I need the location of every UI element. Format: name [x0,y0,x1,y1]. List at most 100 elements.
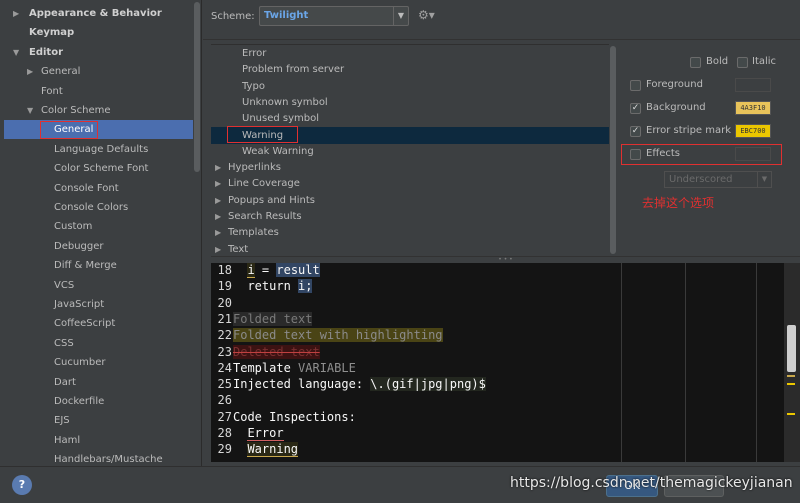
color-element-item[interactable]: Unknown symbol [211,94,609,111]
effects-style-value: Underscored [669,174,733,185]
sidebar-item-label: General [54,124,94,136]
sidebar-item[interactable]: ▼ Color Scheme [0,101,193,120]
code-text: return i; [233,278,313,294]
line-number: 18 [217,263,232,277]
sidebar-item-label: Language Defaults [54,143,149,155]
sidebar-item-label: VCS [54,279,75,291]
sidebar-item[interactable]: Keymap [0,23,193,42]
preview-guide-line [756,263,757,462]
sidebar-item[interactable]: JavaScript [0,295,193,314]
code-token: \.(gif|jpg|png)$ [370,377,486,392]
color-element-item[interactable]: Weak Warning [211,143,609,160]
color-element-label: Warning [242,129,284,141]
warning-stripe-mark[interactable] [787,413,795,415]
color-element-item[interactable]: ▶ Text [211,241,609,256]
sidebar-item[interactable]: ▼ Editor [0,43,193,62]
chevron-right-icon[interactable]: ▶ [215,241,221,256]
sidebar-item[interactable]: ▶ Appearance & Behavior [0,4,193,23]
color-element-item[interactable]: Unused symbol [211,110,609,127]
foreground-checkbox[interactable] [630,80,641,91]
chevron-right-icon[interactable]: ▶ [215,208,221,225]
foreground-swatch[interactable] [735,78,771,92]
effects-style-select[interactable]: Underscored ▼ [664,171,772,188]
sidebar-item[interactable]: Color Scheme Font [0,159,193,178]
sidebar-item[interactable]: Language Defaults [0,140,193,159]
gear-icon[interactable]: ⚙▾ [418,8,435,22]
chevron-down-icon[interactable]: ▼ [393,7,408,25]
background-checkbox[interactable]: ✓ [630,103,641,114]
chevron-right-icon[interactable]: ▶ [215,175,221,192]
element-list-scrollbar[interactable] [609,44,617,256]
chevron-right-icon[interactable]: ▶ [215,192,221,209]
bold-label: Bold [706,56,729,67]
sidebar-item[interactable]: Console Font [0,179,193,198]
italic-checkbox[interactable] [737,57,748,68]
sidebar-scrollbar-thumb[interactable] [194,2,200,172]
sidebar-item-label: Diff & Merge [54,260,117,272]
chevron-right-icon[interactable]: ▶ [27,62,33,81]
color-element-item[interactable]: ▶ Popups and Hints [211,192,609,209]
scheme-select[interactable]: Twilight ▼ [259,6,409,26]
color-element-item[interactable]: ▶ Search Results [211,208,609,225]
chevron-right-icon[interactable]: ▶ [215,159,221,176]
code-token: Code Inspections: [233,409,356,424]
sidebar-item[interactable]: Diff & Merge [0,256,193,275]
sidebar-item[interactable]: EJS [0,411,193,430]
color-element-item[interactable]: Warning [211,126,609,144]
sidebar-item[interactable]: VCS [0,276,193,295]
chevron-down-icon[interactable]: ▼ [757,172,771,187]
code-token: Deleted text [233,344,320,359]
element-list-scrollbar-thumb[interactable] [610,46,616,254]
sidebar-item[interactable]: CSS [0,334,193,353]
line-number: 20 [217,295,232,310]
background-swatch[interactable]: 4A3F10 [735,101,771,115]
preview-scrollbar-thumb[interactable] [787,325,796,372]
preview-scrollbar[interactable] [784,263,800,462]
color-element-label: Search Results [228,211,302,222]
sidebar-item[interactable]: General [4,120,197,140]
code-text: Code Inspections: [233,409,356,425]
error-stripe-checkbox[interactable]: ✓ [630,126,641,137]
sidebar-item-label: Dart [54,376,76,388]
color-element-item[interactable]: Problem from server [211,61,609,78]
sidebar-item[interactable]: Dart [0,373,193,392]
warning-stripe-mark[interactable] [787,383,795,385]
effects-swatch[interactable] [735,147,771,161]
error-stripe-swatch[interactable]: EBC700 [735,124,771,138]
sidebar-scrollbar[interactable] [193,0,201,466]
color-element-item[interactable]: ▶ Templates [211,224,609,241]
help-button[interactable]: ? [12,475,32,495]
code-token: return [233,279,299,294]
preview-splitter[interactable]: • • • [211,256,800,263]
effects-checkbox[interactable] [630,149,641,160]
code-text: Injected language: \.(gif|jpg|png)$ [233,376,486,392]
sidebar-item[interactable]: Dockerfile [0,392,193,411]
chevron-down-icon[interactable]: ▼ [13,43,19,62]
code-line: 21 Folded text [211,311,621,327]
sidebar-item[interactable]: Font [0,82,193,101]
sidebar-item[interactable]: ▶ General [0,62,193,81]
sidebar-item[interactable]: Haml [0,431,193,450]
sidebar-item[interactable]: Custom [0,217,193,236]
line-number: 27 [217,409,232,424]
chevron-right-icon[interactable]: ▶ [13,4,19,23]
sidebar-item-label: EJS [54,415,70,427]
chevron-right-icon[interactable]: ▶ [215,224,221,241]
color-element-item[interactable]: Typo [211,78,609,95]
sidebar-item[interactable]: Cucumber [0,353,193,372]
sidebar-item-label: CSS [54,337,74,349]
sidebar-item[interactable]: Console Colors [0,198,193,217]
chevron-down-icon[interactable]: ▼ [27,101,33,120]
color-element-item[interactable]: ▶ Line Coverage [211,175,609,192]
sidebar-item[interactable]: CoffeeScript [0,314,193,333]
sidebar-item[interactable]: Debugger [0,237,193,256]
bold-checkbox[interactable] [690,57,701,68]
color-element-item[interactable]: ▶ Hyperlinks [211,159,609,176]
code-token: i; [298,279,313,294]
color-element-item[interactable]: Error [211,45,609,62]
warning-stripe-mark[interactable] [787,375,795,377]
sidebar-item[interactable]: Handlebars/Mustache [0,450,193,466]
color-element-label: Error [242,48,267,59]
code-text: Template VARIABLE [233,360,356,376]
